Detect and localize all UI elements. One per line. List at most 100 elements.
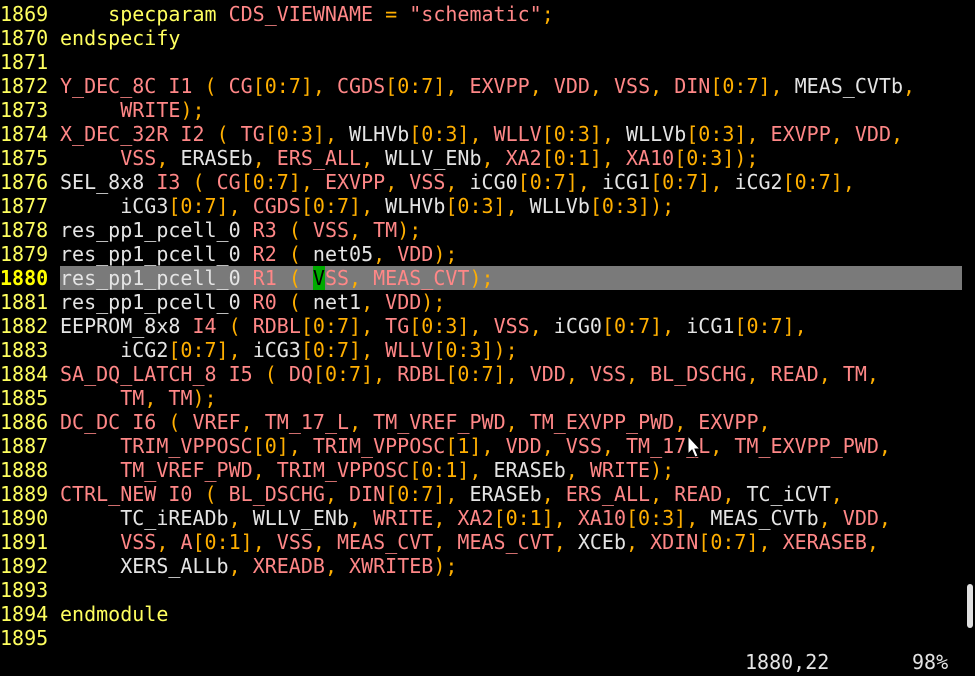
code-token: ); <box>421 290 446 314</box>
code-token: , <box>890 122 904 146</box>
code-token: R2 <box>252 242 277 266</box>
code-token: XDIN <box>650 530 699 554</box>
current-line[interactable]: 1880 res_pp1_pcell_0 R1 ( VSS, MEAS_CVT); <box>0 266 962 290</box>
line-code: TM_VREF_PWD, TRIM_VPPOSC[0:1], ERASEb, W… <box>60 458 674 482</box>
code-token: "schematic" <box>409 2 542 26</box>
code-token: , <box>324 554 350 578</box>
code-token: , <box>240 410 265 434</box>
code-token: , <box>565 458 590 482</box>
scrollbar[interactable] <box>962 0 975 676</box>
code-token: [0:7], <box>312 362 398 386</box>
code-line[interactable]: 1873 WRITE); <box>0 98 962 122</box>
code-token: , <box>385 170 410 194</box>
code-line[interactable]: 1889 CTRL_NEW I0 ( BL_DSCHG, DIN[0:7], ER… <box>0 482 962 506</box>
code-token: [0:1], <box>541 146 627 170</box>
code-token: TG <box>240 122 265 146</box>
code-token: CGDS <box>337 74 386 98</box>
line-code: res_pp1_pcell_0 R0 ( net1, VDD); <box>60 290 445 314</box>
code-token: [0:3], <box>626 506 711 530</box>
line-code: EEPROM_8x8 I4 ( RDBL[0:7], TG[0:3], VSS,… <box>60 314 807 338</box>
code-line[interactable]: 1876 SEL_8x8 I3 ( CG[0:7], EXVPP, VSS, iC… <box>0 170 962 194</box>
code-line[interactable]: 1872 Y_DEC_8C I1 ( CG[0:7], CGDS[0:7], EX… <box>0 74 962 98</box>
code-token: , <box>373 242 398 266</box>
code-line[interactable]: 1887 TRIM_VPPOSC[0], TRIM_VPPOSC[1], VDD… <box>0 434 962 458</box>
code-token: net1 <box>312 290 362 314</box>
code-token: DC_DC <box>60 410 121 434</box>
code-token: [0:7], <box>650 170 735 194</box>
code-line[interactable]: 1877 iCG3[0:7], CGDS[0:7], WLHVb[0:3], W… <box>0 194 962 218</box>
code-token: res_pp1_pcell_0 <box>60 290 241 314</box>
code-line[interactable]: 1869 specparam CDS_VIEWNAME = "schematic… <box>0 2 962 26</box>
code-token: CGDS <box>252 194 301 218</box>
code-line[interactable]: 1874 X_DEC_32R I2 ( TG[0:3], WLHVb[0:3], … <box>0 122 962 146</box>
line-code: res_pp1_pcell_0 R2 ( net05, VDD); <box>60 242 457 266</box>
code-line[interactable]: 1890 TC_iREADb, WLLV_ENb, WRITE, XA2[0:1… <box>0 506 962 530</box>
code-line[interactable]: 1884 SA_DQ_LATCH_8 I5 ( DQ[0:7], RDBL[0:7… <box>0 362 962 386</box>
code-token: ); <box>180 98 205 122</box>
code-line[interactable]: 1893 <box>0 578 962 602</box>
code-line[interactable]: 1878 res_pp1_pcell_0 R3 ( VSS, TM); <box>0 218 962 242</box>
code-line[interactable]: 1892 XERS_ALLb, XREADB, XWRITEB); <box>0 554 962 578</box>
code-token: I6 <box>132 410 157 434</box>
code-line[interactable]: 1894 endmodule <box>0 602 962 626</box>
code-token: READ <box>770 362 819 386</box>
code-line[interactable]: 1885 TM, TM); <box>0 386 962 410</box>
code-line[interactable]: 1875 VSS, ERASEb, ERS_ALL, WLLV_ENb, XA2… <box>0 146 962 170</box>
code-token: ERS_ALL <box>276 146 362 170</box>
line-number: 1895 <box>0 626 49 650</box>
line-code: endspecify <box>60 26 180 50</box>
code-line[interactable]: 1882 EEPROM_8x8 I4 ( RDBL[0:7], TG[0:3], … <box>0 314 962 338</box>
line-number: 1870 <box>0 26 49 50</box>
code-token: endspecify <box>60 26 181 50</box>
code-line[interactable]: 1895 <box>0 626 962 650</box>
code-token: , <box>601 434 626 458</box>
code-token: DIN <box>674 74 711 98</box>
code-line[interactable]: 1886 DC_DC I6 ( VREF, TM_17_L, TM_VREF_PW… <box>0 410 962 434</box>
code-line[interactable]: 1883 iCG2[0:7], iCG3[0:7], WLLV[0:3]); <box>0 338 962 362</box>
code-token: MEAS_CVT <box>457 530 554 554</box>
code-token: XA2 <box>457 506 494 530</box>
scrollbar-thumb[interactable] <box>967 584 973 628</box>
code-token: , <box>866 530 879 554</box>
line-number: 1879 <box>0 242 49 266</box>
code-token: VSS <box>312 218 350 242</box>
code-token: VSS <box>120 146 157 170</box>
line-code: iCG3[0:7], CGDS[0:7], WLHVb[0:3], WLLVb[… <box>60 194 674 218</box>
code-token: XA10 <box>626 146 675 170</box>
code-token: BL_DSCHG <box>650 362 747 386</box>
code-line[interactable]: 1870 endspecify <box>0 26 962 50</box>
code-line[interactable]: 1871 <box>0 50 962 74</box>
code-token: [0:3]); <box>589 194 675 218</box>
code-token: , <box>589 74 614 98</box>
code-token: VSS <box>565 434 602 458</box>
code-token: DQ <box>288 362 313 386</box>
code-token: ( <box>168 410 181 434</box>
code-token: TC_iREADb <box>120 506 229 530</box>
line-number: 1873 <box>0 98 49 122</box>
code-token: ( <box>216 122 229 146</box>
code-token: iCG2 <box>734 170 783 194</box>
code-token: I5 <box>228 362 253 386</box>
code-line[interactable]: 1891 VSS, A[0:1], VSS, MEAS_CVT, MEAS_CV… <box>0 530 962 554</box>
code-line[interactable]: 1888 TM_VREF_PWD, TRIM_VPPOSC[0:1], ERAS… <box>0 458 962 482</box>
code-token: SS <box>324 266 350 290</box>
code-line[interactable]: 1879 res_pp1_pcell_0 R2 ( net05, VDD); <box>0 242 962 266</box>
line-code: CTRL_NEW I0 ( BL_DSCHG, DIN[0:7], ERASEb… <box>60 482 843 506</box>
code-line[interactable]: 1881 res_pp1_pcell_0 R0 ( net1, VDD); <box>0 290 962 314</box>
code-token: , <box>156 146 181 170</box>
code-token: , <box>626 530 651 554</box>
code-token: WLLVb <box>529 194 590 218</box>
code-token: XERASEB <box>782 530 867 554</box>
code-editor[interactable]: 1869 specparam CDS_VIEWNAME = "schematic… <box>0 2 962 650</box>
